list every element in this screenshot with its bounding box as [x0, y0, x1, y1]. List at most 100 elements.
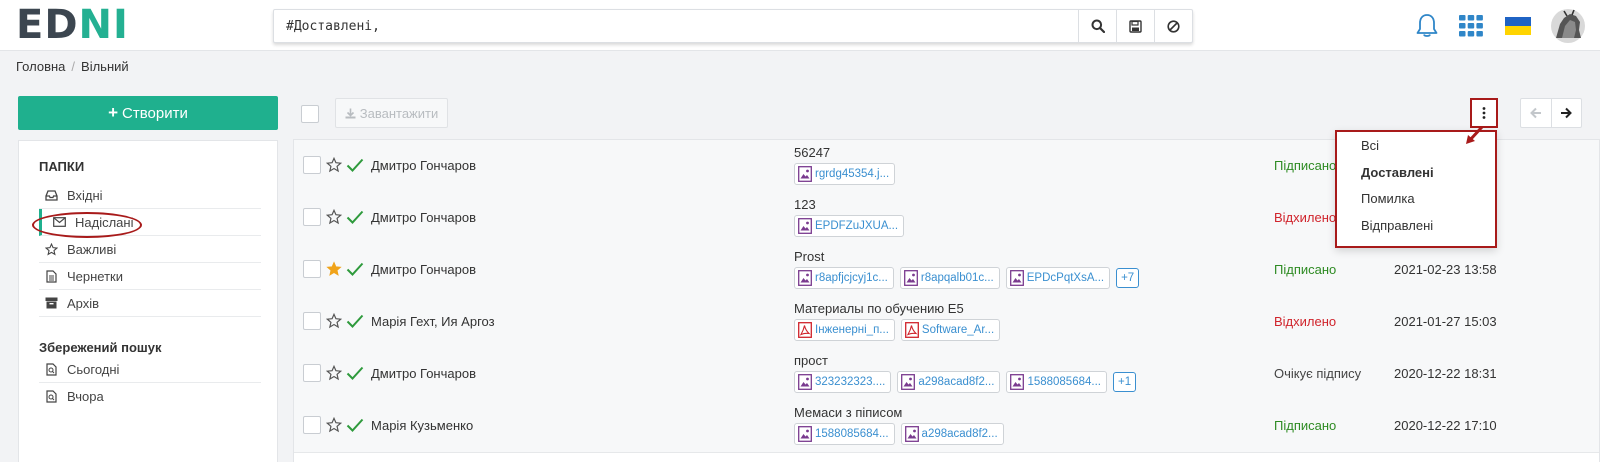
attachments-list: Інженерні_п... Software_Ar... — [794, 319, 1001, 341]
breadcrumb-current: Вільний — [81, 59, 129, 74]
sidebar-item-archive[interactable]: Архів — [39, 290, 261, 317]
saved-search-yesterday[interactable]: Вчора — [39, 383, 261, 410]
checkmark-icon — [346, 365, 364, 383]
attachment-chip[interactable]: Інженерні_п... — [794, 319, 895, 341]
document-date: 2020-12-22 17:10 — [1394, 418, 1497, 433]
logo-text-ed: ED — [16, 2, 79, 48]
attachment-name: a298acad8f2... — [921, 428, 998, 440]
table-row[interactable]: Дмитро Гончаров прост 323232323.... a298aca… — [294, 348, 1599, 401]
user-menu-button[interactable] — [1550, 8, 1586, 44]
attachments-list: rgrdg45354.j... — [794, 163, 896, 185]
breadcrumb-home[interactable]: Головна — [16, 59, 65, 74]
next-page-button[interactable] — [1550, 99, 1582, 127]
document-subject: Prost — [794, 249, 825, 264]
language-button[interactable] — [1504, 12, 1532, 40]
apps-button[interactable] — [1457, 12, 1485, 40]
star-icon[interactable] — [325, 416, 344, 435]
attachment-chip[interactable]: 323232323.... — [794, 371, 892, 393]
attachment-name: a298acad8f2... — [918, 376, 995, 388]
document-subject: Материалы по обучению E5 — [794, 301, 964, 316]
download-label: Завантажити — [359, 105, 439, 121]
row-checkbox[interactable] — [303, 312, 321, 330]
sidebar-item-label: Вчора — [67, 389, 104, 404]
attachment-chip[interactable]: Software_Ar... — [900, 319, 1001, 341]
table-row[interactable]: Марія Гехт, Ия Аргоз Материалы по обучени… — [294, 296, 1599, 349]
notifications-button[interactable] — [1413, 12, 1441, 40]
search-input[interactable] — [274, 10, 1078, 42]
plus-icon: + — [108, 103, 119, 122]
download-button[interactable]: Завантажити — [335, 98, 448, 128]
saved-search-today[interactable]: Сьогодні — [39, 356, 261, 383]
star-icon[interactable] — [325, 156, 344, 175]
create-button[interactable]: + Створити — [18, 96, 278, 130]
table-row[interactable]: Марія Кузьменко Мемаси з піписом 158808568… — [294, 400, 1599, 453]
sidebar-item-drafts[interactable]: Чернетки — [39, 263, 261, 290]
logo-text-ni: NI — [78, 2, 129, 48]
file-icon — [43, 269, 59, 283]
star-icon[interactable] — [325, 312, 344, 331]
sidebar-item-label: Сьогодні — [67, 361, 120, 377]
attachment-name: Software_Ar... — [921, 324, 995, 336]
star-icon[interactable] — [326, 261, 344, 279]
status-label: Підписано — [1274, 158, 1337, 173]
attachment-chip[interactable]: EPDFZuJXUA... — [794, 215, 905, 237]
attachment-chip[interactable]: EPDcPqtXsA... — [1005, 267, 1111, 289]
sender-name: Дмитро Гончаров — [371, 158, 476, 173]
checkmark-icon — [346, 261, 364, 279]
star-icon[interactable] — [325, 364, 344, 383]
attachment-chip[interactable]: r8apfjcjcyj1c... — [794, 267, 894, 289]
attachment-chip[interactable]: rgrdg45354.j... — [794, 163, 896, 185]
select-all-checkbox[interactable] — [301, 105, 319, 123]
arrow-left-icon — [1529, 107, 1541, 119]
more-attachments-badge[interactable]: +1 — [1112, 372, 1137, 392]
sidebar-item-important[interactable]: Важливі — [39, 236, 261, 263]
prev-page-button[interactable] — [1521, 99, 1551, 127]
folders-title: ПАПКИ — [39, 159, 85, 174]
document-date: 2020-12-22 18:31 — [1394, 366, 1497, 381]
attachments-list: EPDFZuJXUA... — [794, 215, 905, 237]
filter-menu-button[interactable] — [1470, 98, 1498, 128]
search-button[interactable] — [1078, 10, 1116, 42]
sidebar-item-inbox[interactable]: Вхідні — [39, 182, 261, 209]
bell-icon — [1416, 14, 1438, 37]
kebab-menu-icon — [1482, 107, 1486, 119]
attachment-chip[interactable]: a298acad8f2... — [897, 371, 1001, 393]
table-row[interactable]: Дмитро Гончаров Prost r8apfjcjcyj1c... r8ap… — [294, 244, 1599, 297]
row-checkbox[interactable] — [303, 208, 321, 226]
clear-search-button[interactable] — [1154, 10, 1192, 42]
star-icon — [43, 242, 59, 256]
edin-logo[interactable]: ED NI — [16, 4, 129, 46]
breadcrumb: Головна / Вільний — [16, 59, 129, 74]
pdf-file-icon — [798, 322, 812, 338]
breadcrumb-separator: / — [71, 59, 76, 74]
save-icon — [1129, 19, 1142, 33]
attachments-list: 1588085684... a298acad8f2... — [794, 423, 1004, 445]
filter-option-all[interactable]: Всі — [1361, 138, 1379, 153]
attachment-chip[interactable]: 1588085684... — [1006, 371, 1107, 393]
more-attachments-badge[interactable]: +7 — [1116, 268, 1140, 288]
attachment-chip[interactable]: a298acad8f2... — [900, 423, 1004, 445]
filter-option-sent[interactable]: Відправлені — [1361, 218, 1433, 233]
attachment-chip[interactable]: 1588085684... — [794, 423, 895, 445]
image-file-icon — [1009, 270, 1024, 286]
sender-name: Дмитро Гончаров — [371, 262, 476, 277]
highlight-annotation — [32, 212, 142, 238]
row-checkbox[interactable] — [303, 156, 321, 174]
row-checkbox[interactable] — [303, 416, 321, 434]
star-icon[interactable] — [325, 208, 344, 227]
filter-option-delivered[interactable]: Доставлені — [1361, 165, 1434, 180]
sender-name: Дмитро Гончаров — [371, 210, 476, 225]
checkmark-icon — [346, 313, 364, 331]
document-date: 2021-02-23 13:58 — [1394, 262, 1497, 277]
filter-option-error[interactable]: Помилка — [1361, 191, 1415, 206]
ukraine-flag-icon — [1505, 17, 1531, 35]
attachment-name: r8apqalb01c... — [920, 272, 994, 284]
attachment-chip[interactable]: r8apqalb01c... — [899, 267, 1000, 289]
row-checkbox[interactable] — [303, 260, 321, 278]
archive-icon — [43, 296, 59, 310]
status-label: Підписано — [1274, 418, 1337, 433]
attachment-name: 1588085684... — [1027, 376, 1101, 388]
pdf-file-icon — [904, 322, 919, 338]
row-checkbox[interactable] — [303, 364, 321, 382]
save-search-button[interactable] — [1116, 10, 1154, 42]
